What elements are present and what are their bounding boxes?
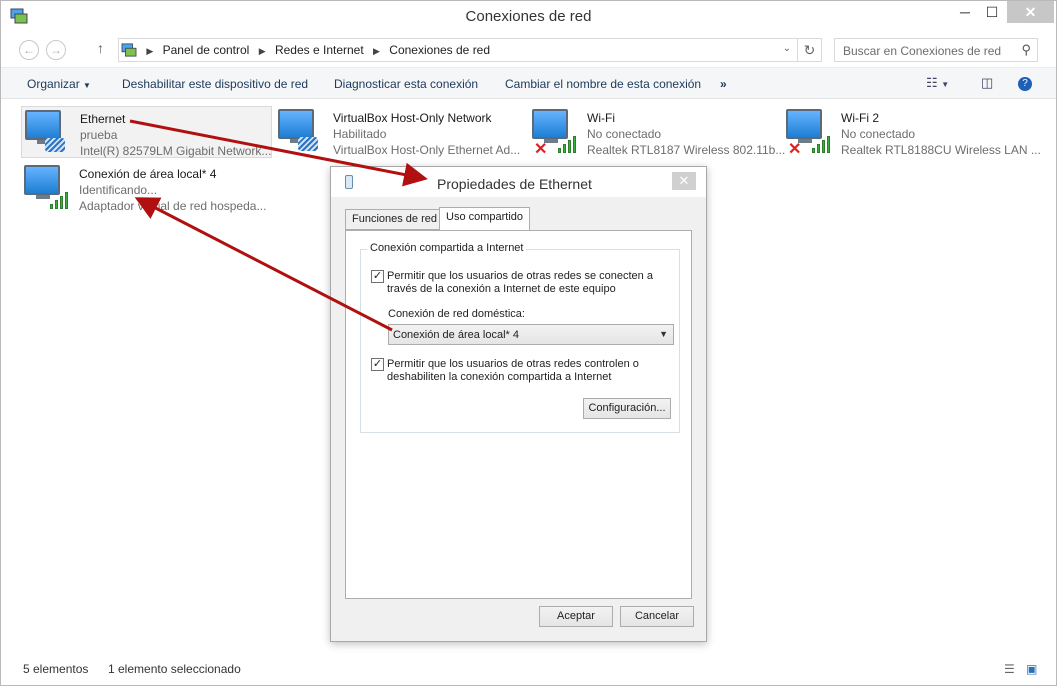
ok-button[interactable]: Aceptar [539,606,613,627]
settings-button[interactable]: Configuración... [583,398,671,419]
chevron-right-icon[interactable]: ▶ [373,46,380,56]
organize-label: Organizar [27,77,80,91]
back-arrow-icon[interactable]: ← [19,40,39,60]
status-bar: 5 elementos 1 elemento seleccionado ☰ ▣ [1,656,1056,685]
allow-connect-checkbox[interactable]: ✓ [371,270,384,283]
connection-name: VirtualBox Host-Only Network [333,111,492,125]
item-count: 5 elementos [23,662,89,676]
allow-connect-label: Permitir que los usuarios de otras redes… [387,270,653,296]
dialog-title-bar: Propiedades de Ethernet ✕ [331,167,706,197]
allow-connect-line1: Permitir que los usuarios de otras redes… [387,270,653,282]
wireless-network-icon [24,165,68,209]
search-input[interactable]: Buscar en Conexiones de red ⚲ [834,38,1038,62]
address-row: ← → ↑ ▶ Panel de control ▶ Redes e Inter… [1,34,1056,66]
connection-adapter: VirtualBox Host-Only Ethernet Ad... [333,143,521,157]
minimize-button[interactable]: ─ [951,1,979,23]
wireless-network-icon: ✕ [532,109,576,158]
breadcrumb: ▶ Panel de control ▶ Redes e Internet ▶ … [121,43,490,57]
connection-name: Ethernet [80,112,126,126]
connection-item-wifi[interactable]: ✕ Wi-Fi No conectado Realtek RTL8187 Wir… [529,106,785,158]
home-network-select[interactable]: Conexión de área local* 4 ▼ [388,324,674,345]
connection-status: No conectado [587,127,662,141]
wired-network-icon [278,109,322,153]
forward-arrow-icon[interactable]: → [46,40,66,60]
connection-item-wifi-2[interactable]: ✕ Wi-Fi 2 No conectado Realtek RTL8188CU… [783,106,1043,158]
sharing-tab-panel: Conexión compartida a Internet ✓ Permiti… [345,230,692,599]
connection-adapter: Intel(R) 82579LM Gigabit Network... [80,144,272,158]
chevron-down-icon: ▼ [83,81,91,90]
preview-pane-icon[interactable]: ◫ [981,75,993,91]
close-button[interactable]: ✕ [1007,1,1054,23]
maximize-button[interactable]: ☐ [979,1,1005,23]
breadcrumb-item[interactable]: Panel de control [163,43,250,57]
selection-count: 1 elemento seleccionado [108,662,241,676]
disable-device-button[interactable]: Deshabilitar este dispositivo de red [122,77,308,91]
dialog-title: Propiedades de Ethernet [437,176,592,192]
home-network-value: Conexión de área local* 4 [393,329,519,341]
search-icon[interactable]: ⚲ [1021,42,1031,58]
address-bar[interactable]: ▶ Panel de control ▶ Redes e Internet ▶ … [118,38,798,62]
help-icon[interactable]: ? [1018,77,1032,91]
cancel-button[interactable]: Cancelar [620,606,694,627]
connection-adapter: Adaptador virtual de red hospeda... [79,199,267,213]
chevron-right-icon[interactable]: ▶ [146,46,153,56]
large-icons-view-icon[interactable]: ▣ [1026,662,1037,676]
organize-menu[interactable]: Organizar ▼ [27,77,91,91]
network-adapter-icon [345,175,353,189]
disconnected-x-icon: ✕ [788,141,802,158]
connection-status: Identificando... [79,183,158,197]
rename-button[interactable]: Cambiar el nombre de esta conexión [505,77,701,91]
tab-sharing[interactable]: Uso compartido [439,207,531,230]
internet-sharing-group: Conexión compartida a Internet ✓ Permiti… [360,242,680,433]
connection-adapter: Realtek RTL8188CU Wireless LAN ... [841,143,1041,157]
window-title: Conexiones de red [465,8,592,25]
disconnected-x-icon: ✕ [534,141,548,158]
connection-adapter: Realtek RTL8187 Wireless 802.11b... [587,143,786,157]
connection-item-ethernet[interactable]: Ethernet prueba Intel(R) 82579LM Gigabit… [21,106,272,158]
allow-connect-line2: través de la conexión a Internet de este… [387,283,616,295]
connection-name: Wi-Fi 2 [841,111,879,125]
allow-control-label: Permitir que los usuarios de otras redes… [387,358,639,384]
breadcrumb-item[interactable]: Conexiones de red [389,43,490,57]
ethernet-properties-dialog: Propiedades de Ethernet ✕ Funciones de r… [330,166,707,642]
title-bar: Conexiones de red ─ ☐ ✕ [1,1,1056,33]
up-arrow-icon[interactable]: ↑ [97,40,104,56]
connection-status: prueba [80,128,118,142]
connection-item-virtualbox[interactable]: VirtualBox Host-Only Network Habilitado … [275,106,526,158]
connection-name: Conexión de área local* 4 [79,167,217,181]
diagnose-button[interactable]: Diagnosticar esta conexión [334,77,478,91]
control-panel-icon [121,43,137,57]
allow-control-checkbox[interactable]: ✓ [371,358,384,371]
wireless-network-icon: ✕ [786,109,830,158]
home-network-label: Conexión de red doméstica: [388,308,525,320]
search-placeholder: Buscar en Conexiones de red [843,44,1002,58]
allow-control-line2: deshabiliten la conexión compartida a In… [387,371,612,383]
allow-control-line1: Permitir que los usuarios de otras redes… [387,358,639,370]
more-commands-button[interactable]: » [720,77,727,91]
wired-network-icon [25,110,69,154]
command-bar: Organizar ▼ Deshabilitar este dispositiv… [1,67,1056,99]
refresh-icon[interactable]: ↻ [798,38,822,62]
chevron-down-icon: ▼ [659,329,668,339]
details-view-icon[interactable]: ☰ [1004,662,1015,676]
connection-item-local-area-4[interactable]: Conexión de área local* 4 Identificando.… [21,162,272,214]
chevron-right-icon[interactable]: ▶ [259,46,266,56]
dialog-close-button[interactable]: ✕ [672,172,696,190]
connection-name: Wi-Fi [587,111,615,125]
breadcrumb-item[interactable]: Redes e Internet [275,43,364,57]
chevron-down-icon[interactable]: ⌄ [783,43,791,54]
connection-status: No conectado [841,127,916,141]
view-options-icon[interactable]: ☷ ▼ [926,75,949,91]
tab-networking[interactable]: Funciones de red [345,209,444,230]
connection-status: Habilitado [333,127,387,141]
group-legend: Conexión compartida a Internet [367,242,527,254]
